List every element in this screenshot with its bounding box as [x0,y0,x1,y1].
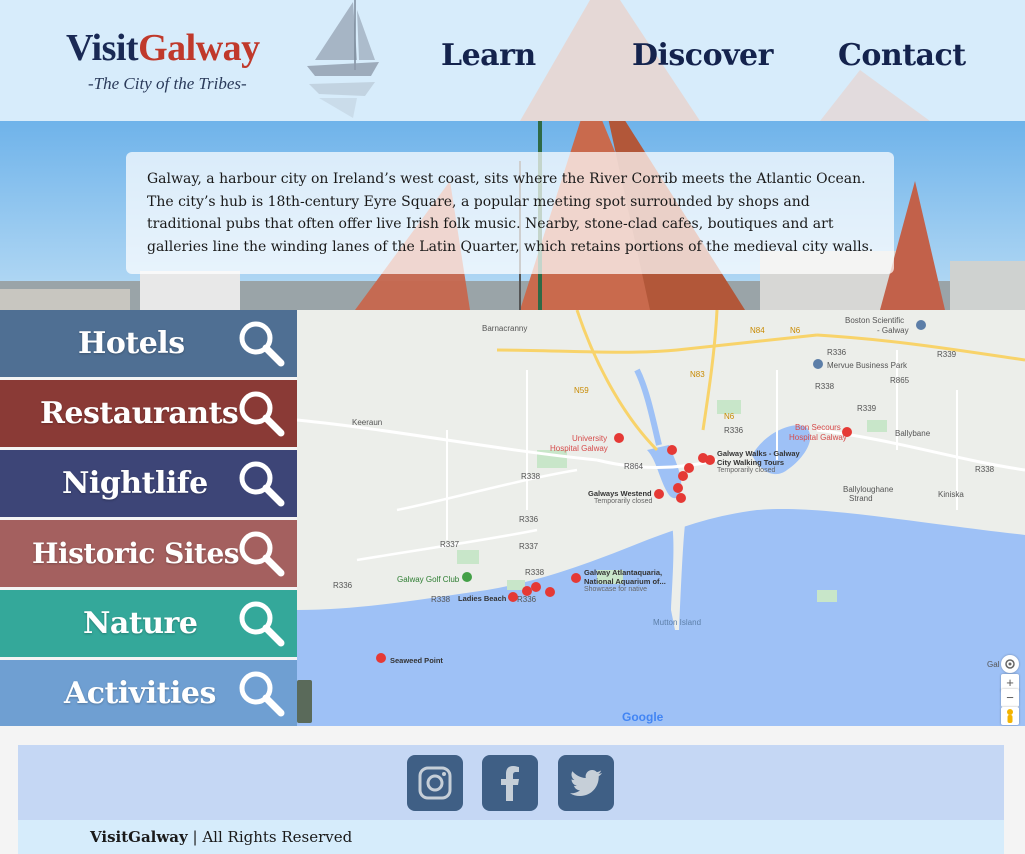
site-header: VisitGalway -The City of the Tribes- Lea… [0,0,1025,121]
zoom-out-button[interactable]: − [1001,689,1019,707]
category-historic-sites[interactable]: Historic Sites [0,520,297,587]
category-label: Restaurants [40,396,239,431]
map-pins [376,320,926,663]
logo-visit: Visit [66,27,139,69]
location-icon [1005,659,1015,669]
nav-learn[interactable]: Learn [441,38,536,73]
sailboat-icon [307,0,379,118]
category-restaurants[interactable]: Restaurants [0,380,297,447]
copyright: VisitGalway | All Rights Reserved [90,828,352,846]
category-activities[interactable]: Activities [0,660,297,726]
category-label: Hotels [78,326,185,361]
category-label: Historic Sites [32,537,240,570]
my-location-button[interactable] [1001,655,1019,673]
instagram-button[interactable] [407,755,463,811]
page: VisitGalway -The City of the Tribes- Lea… [0,0,1025,854]
map-thumbnail-toggle[interactable] [297,680,312,723]
search-icon [239,391,285,437]
facebook-icon [501,766,519,801]
category-nightlife[interactable]: Nightlife [0,450,297,517]
google-logo: Google [622,710,664,724]
intro-text: Galway, a harbour city on Ireland’s west… [147,171,874,255]
tagline: -The City of the Tribes- [88,74,247,93]
category-label: Nature [83,606,198,641]
site-logo[interactable]: VisitGalway [66,28,260,68]
search-icon [239,461,285,507]
footer-brand: VisitGalway [90,828,188,846]
footer-rights: | All Rights Reserved [187,828,353,846]
street-view-pegman[interactable] [1001,707,1019,725]
nav-contact[interactable]: Contact [838,38,966,73]
search-icon [239,601,285,647]
category-nature[interactable]: Nature [0,590,297,657]
search-icon [239,531,285,577]
search-icon [239,321,285,367]
instagram-icon [418,766,452,800]
twitter-icon [570,770,602,796]
category-hotels[interactable]: Hotels [0,310,297,377]
pegman-icon [1007,709,1013,723]
twitter-button[interactable] [558,755,614,811]
logo-galway: Galway [138,27,260,69]
google-map[interactable]: Barnacranny Boston Scientific - Galway M… [297,310,1025,726]
intro-panel: Galway, a harbour city on Ireland’s west… [126,152,894,274]
facebook-button[interactable] [482,755,538,811]
category-label: Activities [64,676,216,711]
category-label: Nightlife [62,466,208,501]
search-icon [239,671,285,717]
nav-discover[interactable]: Discover [632,38,773,73]
